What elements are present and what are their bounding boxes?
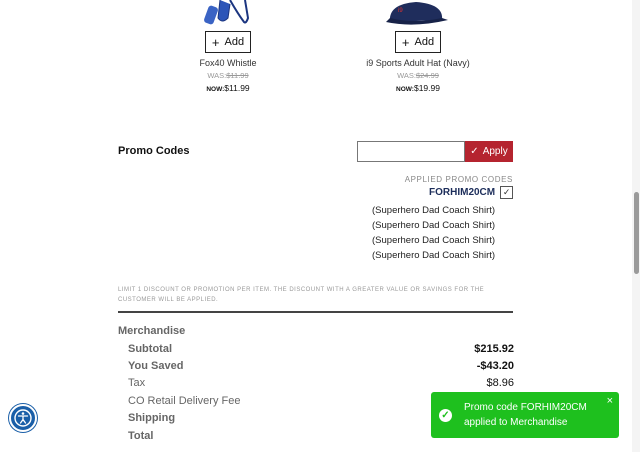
apply-button[interactable]: ✓ Apply (465, 141, 513, 162)
was-value: $11.99 (226, 71, 249, 80)
add-label: Add (414, 36, 435, 48)
product-name[interactable]: i9 Sports Adult Hat (Navy) (338, 58, 498, 68)
toast-message: Promo code FORHIM20CM applied to Merchan… (464, 402, 587, 428)
applied-item: (Superhero Dad Coach Shirt) (372, 205, 496, 216)
add-label: Add (224, 36, 245, 48)
plus-icon: + (211, 34, 220, 50)
applied-item: (Superhero Dad Coach Shirt) (372, 235, 496, 246)
applied-item: (Superhero Dad Coach Shirt) (372, 250, 496, 261)
was-value: $24.99 (415, 71, 439, 80)
product-card-whistle: + Add Fox40 Whistle WAS:$11.99 NOW:$11.9… (148, 0, 308, 93)
add-button-hat[interactable]: + Add (394, 31, 442, 53)
product-was-price: WAS:$11.99 (148, 71, 308, 80)
product-card-hat: i9 + Add i9 Sports Adult Hat (Navy) WAS:… (338, 0, 498, 93)
accessibility-icon (14, 409, 32, 427)
whistle-icon (204, 0, 250, 25)
applied-code-row: FORHIM20CM ✓ (429, 186, 514, 199)
was-label: WAS: (207, 71, 227, 80)
now-label: NOW: (206, 86, 225, 93)
merchandise-title: Merchandise (118, 325, 186, 337)
discount-disclaimer: LIMIT 1 DISCOUNT OR PROMOTION PER ITEM. … (118, 287, 485, 303)
shipping-label: Shipping (128, 412, 176, 424)
you-saved-label: You Saved (128, 360, 184, 372)
product-now-price: NOW:$11.99 (148, 83, 308, 93)
now-value: $19.99 (413, 83, 440, 93)
applied-code-checkbox[interactable]: ✓ (500, 186, 514, 199)
accessibility-button[interactable] (9, 404, 37, 432)
product-name[interactable]: Fox40 Whistle (148, 58, 308, 68)
divider (118, 311, 513, 313)
subtotal-label: Subtotal (128, 343, 172, 355)
applied-items-list: (Superhero Dad Coach Shirt) (Superhero D… (372, 203, 495, 263)
now-value: $11.99 (224, 83, 250, 93)
close-icon[interactable]: × (607, 395, 613, 407)
scrollbar-thumb[interactable] (634, 192, 639, 274)
applied-code: FORHIM20CM (429, 187, 496, 198)
whistle-image[interactable] (148, 0, 308, 28)
success-check-icon: ✓ (439, 408, 452, 422)
add-button-whistle[interactable]: + Add (204, 31, 252, 53)
promo-code-input[interactable] (357, 141, 465, 162)
check-icon: ✓ (470, 146, 479, 157)
product-was-price: WAS:$24.99 (338, 71, 498, 80)
applied-promo-codes-heading: APPLIED PROMO CODES (404, 175, 513, 184)
apply-label: Apply (482, 146, 508, 157)
svg-text:i9: i9 (398, 8, 403, 14)
subtotal-value: $215.92 (474, 343, 514, 355)
tax-value: $8.96 (486, 377, 514, 389)
subtotal-row: Subtotal $215.92 (128, 343, 514, 355)
applied-item: (Superhero Dad Coach Shirt) (372, 220, 496, 231)
you-saved-value: -$43.20 (476, 360, 514, 372)
was-label: WAS: (397, 71, 416, 80)
tax-row: Tax $8.96 (128, 377, 514, 389)
promo-toast: ✓ Promo code FORHIM20CM applied to Merch… (431, 392, 619, 438)
total-label: Total (128, 430, 154, 442)
hat-icon: i9 (386, 2, 448, 25)
product-now-price: NOW:$19.99 (338, 83, 498, 93)
hat-image[interactable]: i9 (338, 0, 498, 28)
promo-codes-title: Promo Codes (118, 145, 190, 157)
you-saved-row: You Saved -$43.20 (128, 360, 514, 372)
now-label: NOW: (396, 86, 414, 93)
delivery-fee-label: CO Retail Delivery Fee (128, 395, 241, 407)
tax-label: Tax (128, 377, 146, 389)
plus-icon: + (401, 34, 410, 50)
